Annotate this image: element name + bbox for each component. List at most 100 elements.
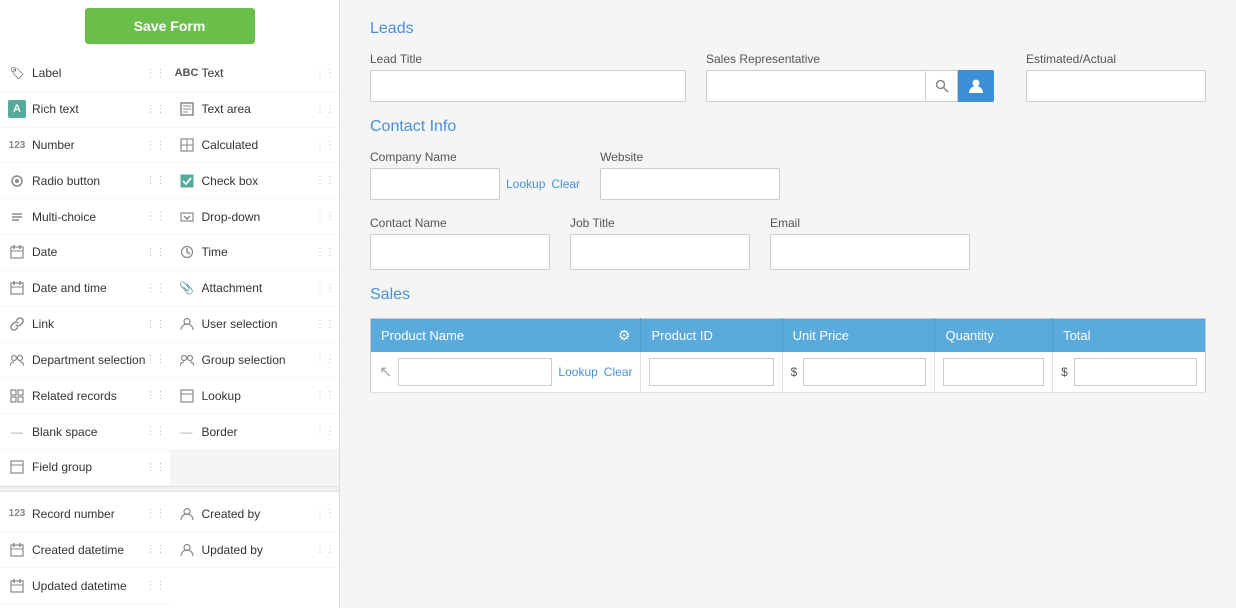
lead-title-input[interactable] [370, 70, 686, 102]
drag-handle: ⋮⋮ [315, 68, 335, 79]
field-item-checkbox[interactable]: Check box ⋮⋮ [170, 163, 340, 199]
leads-title[interactable]: Leads [370, 20, 414, 38]
col-header-total: Total [1053, 319, 1206, 353]
field-item-field-group[interactable]: Field group ⋮⋮ [0, 450, 170, 486]
field-item-datetime[interactable]: Date and time ⋮⋮ [0, 271, 170, 307]
field-item-multi-choice[interactable]: Multi-choice ⋮⋮ [0, 199, 170, 235]
product-name-input[interactable] [398, 358, 552, 386]
drag-handle: ⋮⋮ [315, 319, 335, 330]
created-by-icon [178, 505, 196, 523]
field-item-text[interactable]: ABC Text ⋮⋮ [170, 56, 340, 92]
drag-handle: ⋮⋮ [315, 211, 335, 222]
company-name-label: Company Name [370, 150, 580, 164]
lead-title-label: Lead Title [370, 52, 686, 66]
email-input[interactable] [770, 234, 970, 270]
company-name-input[interactable] [370, 168, 500, 200]
sales-rep-input[interactable] [706, 70, 926, 102]
related-records-icon [8, 387, 26, 405]
contact-name-label: Contact Name [370, 216, 550, 230]
field-item-radio[interactable]: Radio button ⋮⋮ [0, 163, 170, 199]
field-item-number[interactable]: 123 Number ⋮⋮ [0, 128, 170, 164]
company-clear-link[interactable]: Clear [551, 177, 580, 191]
field-item-rich-text[interactable]: A Rich text ⋮⋮ [0, 92, 170, 128]
estimated-input[interactable] [1026, 70, 1206, 102]
field-item-dropdown[interactable]: Drop-down ⋮⋮ [170, 199, 340, 235]
product-clear-link[interactable]: Clear [604, 365, 633, 379]
field-item-record-number[interactable]: 123 Record number ⋮⋮ [0, 497, 170, 533]
drag-handle: ⋮⋮ [146, 104, 166, 115]
product-name-cell: ↖ Lookup Clear [371, 352, 641, 393]
sales-table-row: ↖ Lookup Clear $ [371, 352, 1206, 393]
field-item-created-datetime[interactable]: Created datetime ⋮⋮ [0, 532, 170, 568]
updated-datetime-icon [8, 577, 26, 595]
drag-handle: ⋮⋮ [315, 390, 335, 401]
email-field: Email [770, 216, 970, 270]
unit-price-cell: $ [782, 352, 935, 393]
field-item-updated-by[interactable]: Updated by ⋮⋮ [170, 532, 340, 568]
search-icon [935, 79, 949, 93]
gear-icon[interactable]: ⚙ [618, 327, 631, 344]
field-item-user-selection[interactable]: User selection ⋮⋮ [170, 307, 340, 343]
cursor-indicator: ↖ [379, 362, 392, 382]
sales-rep-search-button[interactable] [926, 70, 958, 102]
sales-table-header-row: Product Name ⚙ Product ID Unit Price Qua… [371, 319, 1206, 353]
unit-price-cell-inner: $ [791, 358, 927, 386]
leads-row: Lead Title Sales Representative Estimate… [370, 52, 1206, 102]
drag-handle: ⋮⋮ [315, 247, 335, 258]
datetime-icon [8, 279, 26, 297]
sales-section: Sales Product Name ⚙ Product ID Unit Pri… [370, 286, 1206, 393]
contact-name-input[interactable] [370, 234, 550, 270]
drag-handle: ⋮⋮ [315, 175, 335, 186]
unit-price-input[interactable] [803, 358, 926, 386]
lookup-icon [178, 387, 196, 405]
company-lookup-link[interactable]: Lookup [506, 177, 545, 191]
sales-rep-label: Sales Representative [706, 52, 1006, 66]
total-dollar: $ [1061, 365, 1068, 379]
record-number-icon: 123 [8, 505, 26, 523]
drag-handle: ⋮⋮ [146, 175, 166, 186]
estimated-label: Estimated/Actual [1026, 52, 1206, 66]
website-input[interactable] [600, 168, 780, 200]
job-title-input[interactable] [570, 234, 750, 270]
drag-handle: ⋮⋮ [146, 283, 166, 294]
field-item-created-by[interactable]: Created by ⋮⋮ [170, 497, 340, 533]
field-item-blank-space[interactable]: — Blank space ⋮⋮ [0, 414, 170, 450]
product-lookup-link[interactable]: Lookup [558, 365, 597, 379]
field-item-updated-datetime[interactable]: Updated datetime ⋮⋮ [0, 568, 170, 604]
field-item-date[interactable]: Date ⋮⋮ [0, 235, 170, 271]
website-label: Website [600, 150, 1206, 164]
save-form-button[interactable]: Save Form [85, 8, 255, 44]
field-item-link[interactable]: Link ⋮⋮ [0, 307, 170, 343]
sales-rep-field: Sales Representative [706, 52, 1006, 102]
field-item-time[interactable]: Time ⋮⋮ [170, 235, 340, 271]
unit-price-dollar: $ [791, 365, 798, 379]
field-item-dept[interactable]: Department selection ⋮⋮ [0, 343, 170, 379]
field-item-label[interactable]: 🏷 Label ⋮⋮ [0, 56, 170, 92]
dropdown-icon [178, 208, 196, 226]
total-input[interactable] [1074, 358, 1197, 386]
field-item-calculated[interactable]: Calculated ⋮⋮ [170, 128, 340, 164]
job-title-label: Job Title [570, 216, 750, 230]
left-panel: Save Form 🏷 Label ⋮⋮ ABC Text ⋮⋮ A Rich … [0, 0, 340, 608]
company-name-field: Company Name Lookup Clear [370, 150, 580, 200]
sales-title[interactable]: Sales [370, 286, 410, 304]
field-item-group-selection[interactable]: Group selection ⋮⋮ [170, 343, 340, 379]
job-title-field: Job Title [570, 216, 750, 270]
text-icon: ABC [178, 64, 196, 82]
field-item-border[interactable]: — Border ⋮⋮ [170, 414, 340, 450]
attachment-icon: 📎 [178, 279, 196, 297]
created-datetime-icon [8, 541, 26, 559]
contact-row-1: Company Name Lookup Clear Website [370, 150, 1206, 200]
product-id-input[interactable] [649, 358, 773, 386]
total-cell-inner: $ [1061, 358, 1197, 386]
time-icon [178, 243, 196, 261]
quantity-input[interactable] [943, 358, 1044, 386]
field-item-attachment[interactable]: 📎 Attachment ⋮⋮ [170, 271, 340, 307]
drag-handle: ⋮⋮ [315, 283, 335, 294]
field-item-related-records[interactable]: Related records ⋮⋮ [0, 378, 170, 414]
field-item-text-area[interactable]: Text area ⋮⋮ [170, 92, 340, 128]
lead-title-field: Lead Title [370, 52, 686, 102]
sales-rep-person-button[interactable] [958, 70, 994, 102]
field-item-lookup[interactable]: Lookup ⋮⋮ [170, 378, 340, 414]
contact-info-title[interactable]: Contact Info [370, 118, 456, 136]
